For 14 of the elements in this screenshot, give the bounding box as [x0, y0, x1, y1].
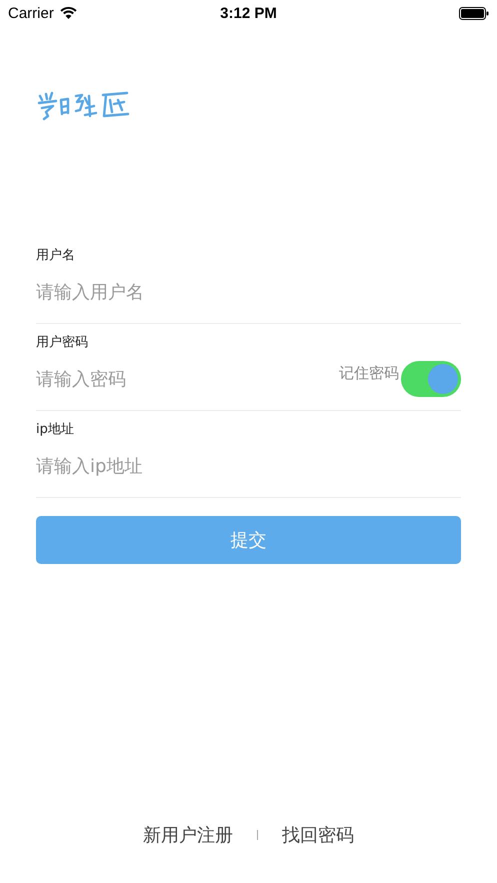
input-field[interactable]: 请输入密码 [36, 368, 339, 390]
field-label: ip地址 [36, 421, 75, 439]
footer-link[interactable]: 找回密码 [282, 823, 354, 847]
footer-link[interactable]: 新用户注册 [143, 823, 233, 847]
wifi-icon [60, 7, 77, 19]
carrier-label: Carrier [8, 4, 54, 22]
field-label: 用户密码 [36, 334, 89, 352]
remember-label: 记住密码 [339, 364, 399, 383]
status-time: 3:12 PM [219, 4, 278, 22]
toggle-switch[interactable] [401, 361, 461, 397]
field-label: 用户名 [36, 247, 76, 265]
input-field[interactable]: 请输入用户名 [36, 282, 461, 302]
input-field[interactable]: 请输入ip地址 [36, 456, 461, 476]
battery-icon [459, 6, 489, 20]
